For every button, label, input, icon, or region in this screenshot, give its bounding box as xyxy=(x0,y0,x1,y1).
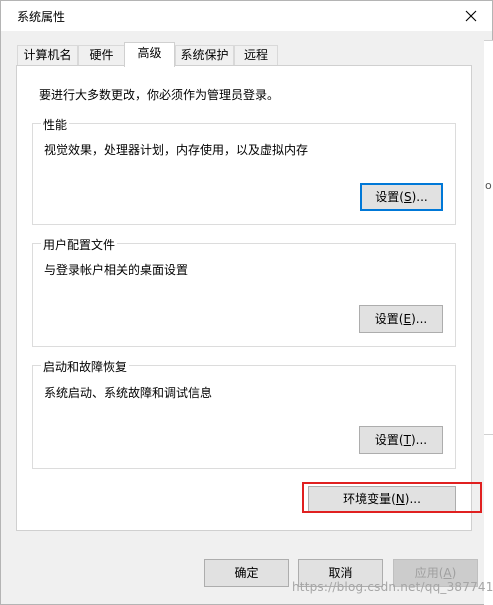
performance-description: 视觉效果，处理器计划，内存使用，以及虚拟内存 xyxy=(44,143,309,157)
ok-button[interactable]: 确定 xyxy=(204,559,289,587)
performance-settings-button[interactable]: 设置(S)... xyxy=(360,183,443,211)
apply-label-end: ) xyxy=(451,566,457,580)
highlight-annotation xyxy=(302,482,482,513)
apply-label: 应用( xyxy=(414,566,444,580)
advanced-tab-panel: 要进行大多数更改，你必须作为管理员登录。 性能 视觉效果，处理器计划，内存使用，… xyxy=(16,65,472,531)
startup-recovery-group: 启动和故障恢复 系统启动、系统故障和调试信息 设置(T)... xyxy=(32,358,456,469)
watermark-text: https://blog.csdn.net/qq_38774121 xyxy=(292,580,493,594)
user-profiles-settings-button[interactable]: 设置(E)... xyxy=(359,305,443,333)
performance-group: 性能 视觉效果，处理器计划，内存使用，以及虚拟内存 设置(S)... xyxy=(32,116,456,225)
performance-settings-label-end: )... xyxy=(411,190,428,204)
admin-note: 要进行大多数更改，你必须作为管理员登录。 xyxy=(39,88,280,102)
user-profiles-settings-label-end: )... xyxy=(411,312,428,326)
close-button[interactable] xyxy=(457,3,485,29)
user-profiles-settings-label: 设置( xyxy=(374,312,404,326)
startup-recovery-settings-button[interactable]: 设置(T)... xyxy=(359,426,443,454)
tab-remote[interactable]: 远程 xyxy=(234,45,278,65)
performance-settings-accesskey: S xyxy=(403,190,412,204)
background-divider xyxy=(484,434,493,435)
performance-settings-label: 设置( xyxy=(375,190,404,204)
startup-recovery-settings-accesskey: T xyxy=(403,433,411,447)
close-icon xyxy=(465,10,477,22)
background-divider xyxy=(484,40,493,41)
startup-recovery-settings-label: 设置( xyxy=(374,433,404,447)
user-profiles-group: 用户配置文件 与登录帐户相关的桌面设置 设置(E)... xyxy=(32,236,456,347)
system-properties-window: 系统属性 计算机名 硬件 高级 系统保护 远程 要进行大多数更改，你必须作为管理… xyxy=(0,0,493,605)
user-profiles-title: 用户配置文件 xyxy=(41,236,118,253)
apply-accesskey: A xyxy=(443,566,452,580)
startup-recovery-title: 启动和故障恢复 xyxy=(41,358,130,375)
tab-computer-name[interactable]: 计算机名 xyxy=(17,45,78,65)
background-window-edge: o xyxy=(484,40,493,605)
startup-recovery-description: 系统启动、系统故障和调试信息 xyxy=(44,386,213,400)
window-title: 系统属性 xyxy=(17,10,66,24)
background-text-fragment: o xyxy=(485,179,492,192)
startup-recovery-settings-label-end: )... xyxy=(410,433,428,447)
tab-advanced[interactable]: 高级 xyxy=(124,42,175,67)
title-bar: 系统属性 xyxy=(1,1,492,31)
tab-hardware[interactable]: 硬件 xyxy=(78,45,125,65)
user-profiles-settings-accesskey: E xyxy=(403,312,412,326)
user-profiles-description: 与登录帐户相关的桌面设置 xyxy=(44,263,189,277)
performance-title: 性能 xyxy=(41,116,70,133)
tab-system-protection[interactable]: 系统保护 xyxy=(175,45,234,65)
